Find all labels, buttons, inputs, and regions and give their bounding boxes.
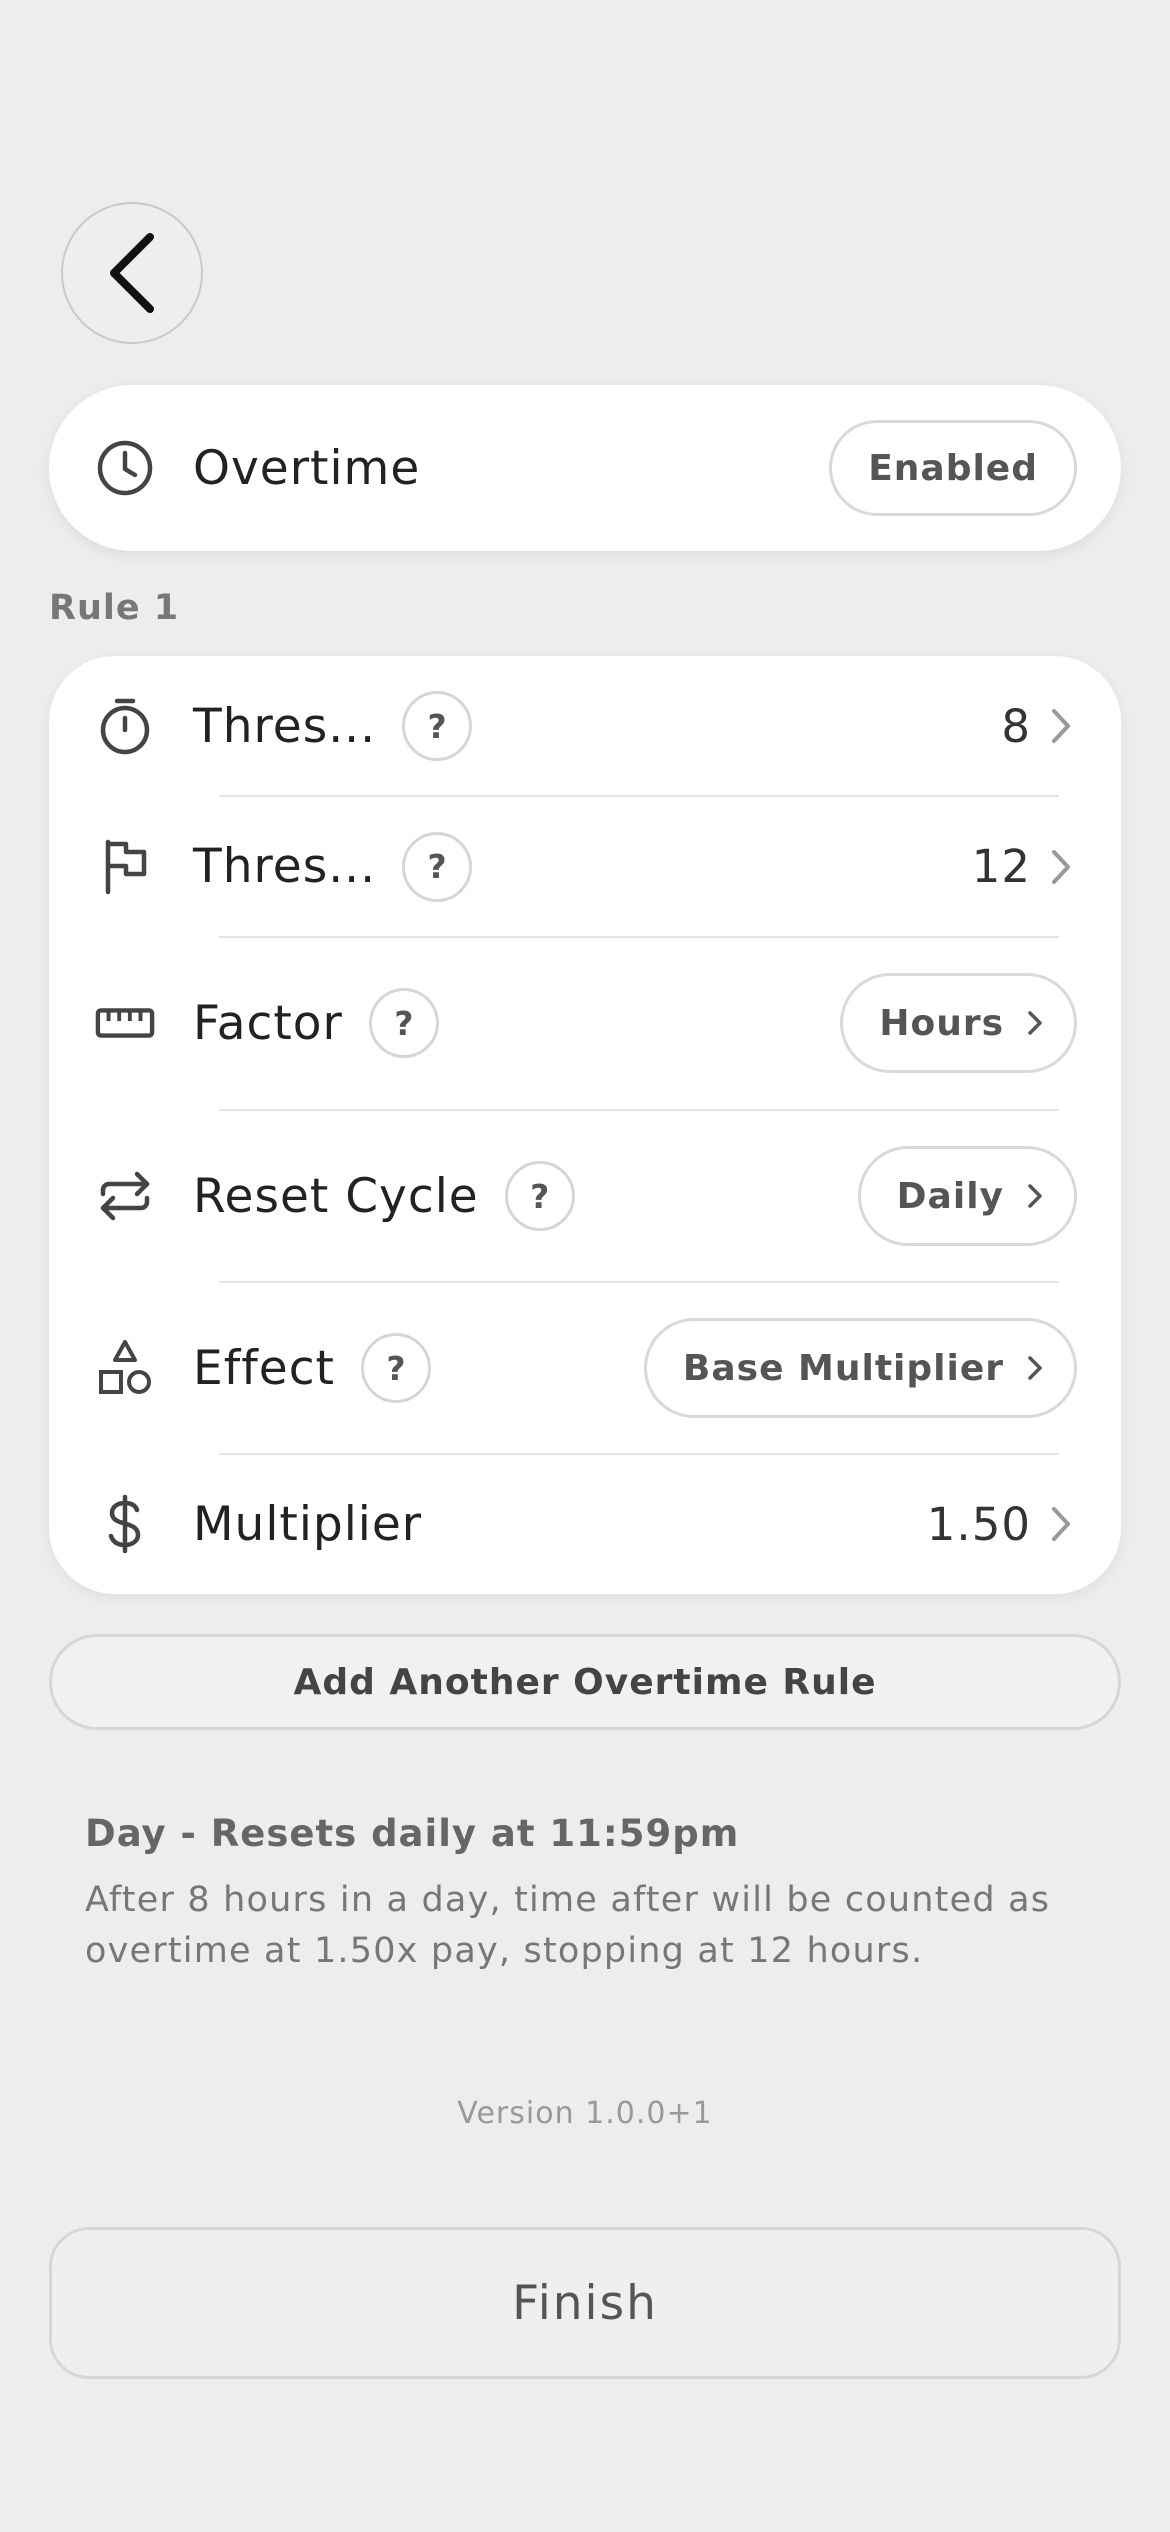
row-factor: Factor ? Hours xyxy=(49,937,1121,1109)
overtime-card: Overtime Enabled xyxy=(49,385,1121,551)
dollar-icon xyxy=(95,1494,155,1554)
multiplier-value: 1.50 xyxy=(926,1497,1031,1551)
help-button[interactable]: ? xyxy=(402,831,473,902)
reset-cycle-select[interactable]: Daily xyxy=(857,1146,1077,1246)
row-threshold-start[interactable]: Thres... ? 8 xyxy=(49,656,1121,796)
chevron-right-icon xyxy=(1026,1354,1044,1382)
overtime-settings-screen: Overtime Enabled Rule 1 Thres... ? 8 Thr… xyxy=(0,0,1170,2532)
finish-button[interactable]: Finish xyxy=(49,2227,1121,2379)
rule-card: Thres... ? 8 Thres... ? 12 Factor ? Hour… xyxy=(49,656,1121,1594)
effect-select[interactable]: Base Multiplier xyxy=(643,1318,1077,1418)
row-multiplier[interactable]: Multiplier 1.50 xyxy=(49,1454,1121,1594)
repeat-icon xyxy=(95,1166,155,1226)
overtime-status-toggle[interactable]: Enabled xyxy=(829,420,1077,516)
shapes-icon xyxy=(95,1338,155,1398)
chevron-right-icon xyxy=(1049,706,1077,746)
help-button[interactable]: ? xyxy=(360,1333,431,1403)
version-label: Version 1.0.0+1 xyxy=(457,2096,713,2131)
clock-icon xyxy=(95,438,155,498)
flag-icon xyxy=(95,837,155,897)
row-effect: Effect ? Base Multiplier xyxy=(49,1282,1121,1454)
add-overtime-rule-button[interactable]: Add Another Overtime Rule xyxy=(49,1634,1121,1730)
threshold-start-label: Thres... xyxy=(193,698,377,754)
chevron-right-icon xyxy=(1049,1504,1077,1544)
multiplier-label: Multiplier xyxy=(193,1496,423,1552)
row-reset-cycle: Reset Cycle ? Daily xyxy=(49,1110,1121,1282)
threshold-stop-value: 12 xyxy=(971,840,1031,893)
effect-value: Base Multiplier xyxy=(682,1347,1004,1389)
overtime-title: Overtime xyxy=(193,440,421,496)
factor-select[interactable]: Hours xyxy=(840,973,1077,1073)
ruler-icon xyxy=(95,993,155,1053)
rule-label: Rule 1 xyxy=(49,588,180,628)
factor-label: Factor xyxy=(193,995,343,1051)
effect-label: Effect xyxy=(193,1340,335,1396)
threshold-stop-label: Thres... xyxy=(193,839,377,894)
factor-value: Hours xyxy=(879,1002,1004,1044)
help-button[interactable]: ? xyxy=(368,988,439,1058)
help-button[interactable]: ? xyxy=(504,1161,575,1231)
help-button[interactable]: ? xyxy=(402,691,473,761)
threshold-start-value: 8 xyxy=(1001,699,1031,753)
stopwatch-icon xyxy=(95,696,155,756)
back-button[interactable] xyxy=(61,202,203,344)
chevron-right-icon xyxy=(1026,1009,1044,1037)
chevron-right-icon xyxy=(1026,1182,1044,1210)
row-threshold-stop[interactable]: Thres... ? 12 xyxy=(49,796,1121,937)
reset-cycle-label: Reset Cycle xyxy=(193,1168,479,1224)
chevron-right-icon xyxy=(1049,847,1077,887)
chevron-left-icon xyxy=(110,233,154,313)
reset-cycle-value: Daily xyxy=(896,1175,1004,1217)
rule-summary-text: After 8 hours in a day, time after will … xyxy=(85,1880,1051,1971)
rule-summary-title: Day - Resets daily at 11:59pm xyxy=(85,1812,740,1855)
